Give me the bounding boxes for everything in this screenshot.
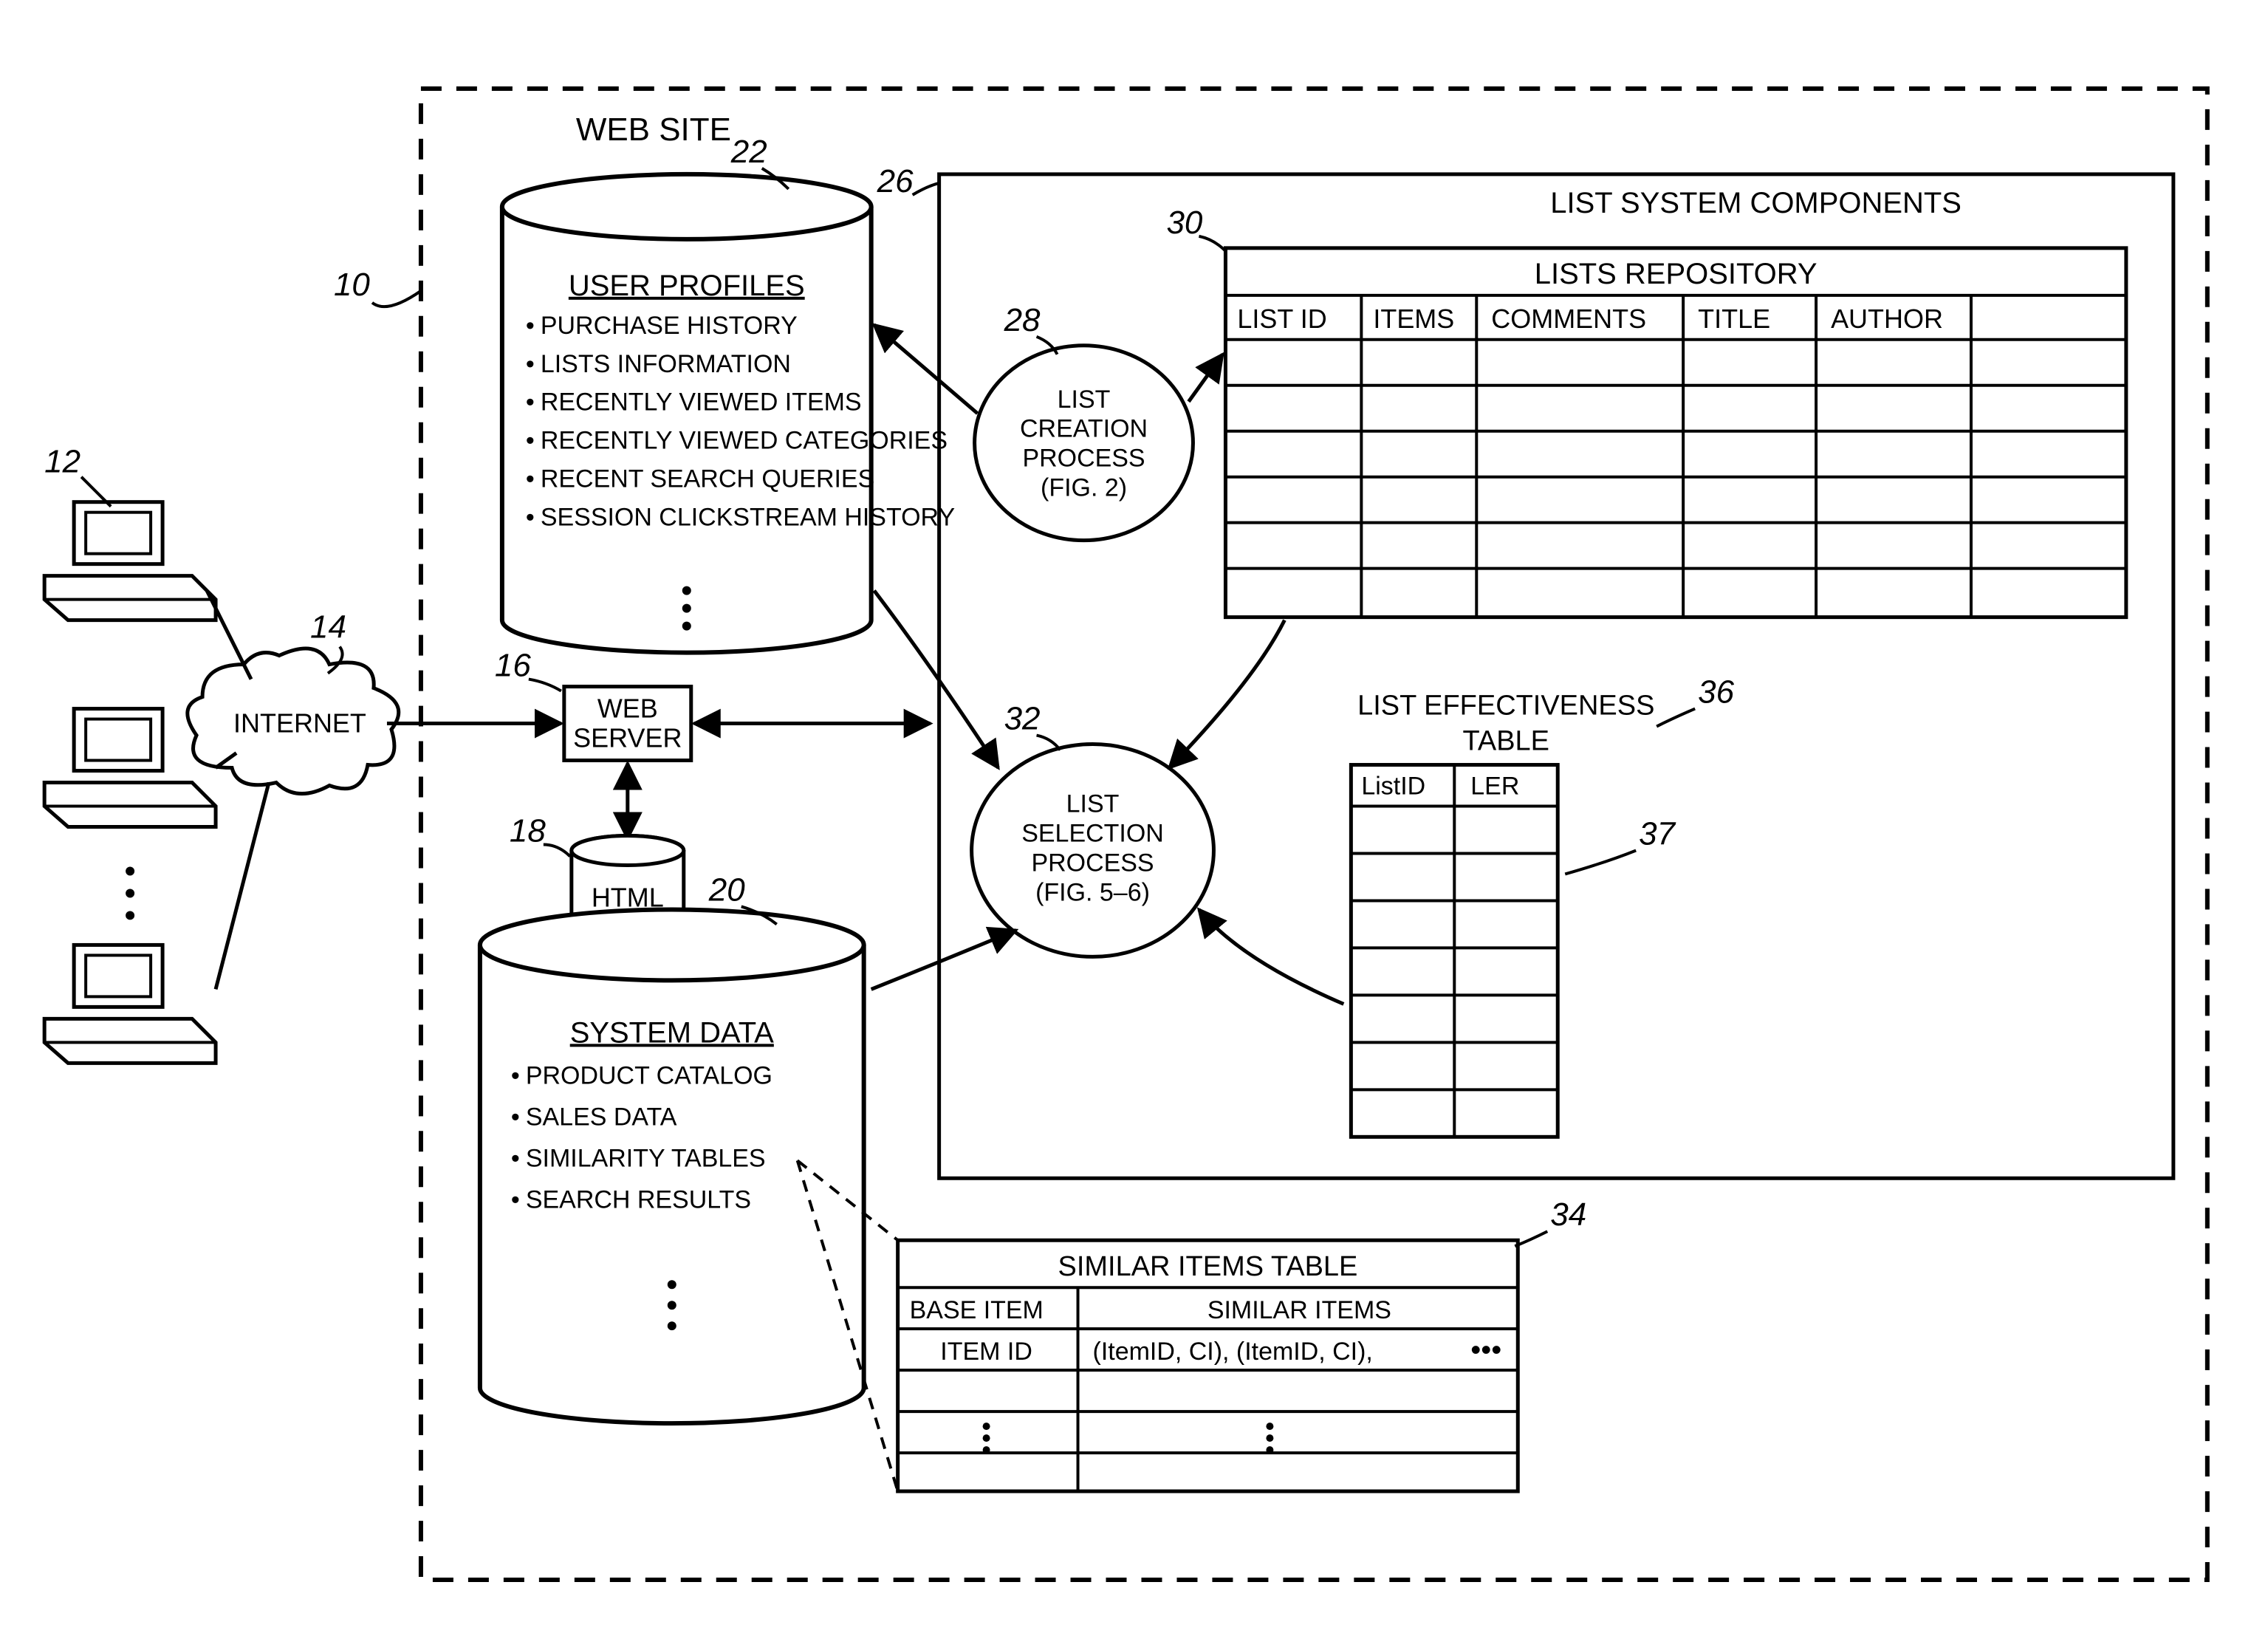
ref-14: 14 — [310, 609, 346, 646]
ref-22: 22 — [730, 134, 767, 170]
list-effectiveness-table: LIST EFFECTIVENESS TABLE ListID LER — [1351, 691, 1654, 1137]
computer-icon — [44, 502, 216, 620]
diagram-root: WEB SITE 10 12 INTERNET 14 WEB SERVER 16… — [0, 0, 2268, 1633]
up6: SESSION CLICKSTREAM HISTORY — [541, 504, 955, 532]
svg-text:•: • — [526, 504, 535, 532]
lr-col-4: TITLE — [1698, 304, 1770, 334]
sit-dots-right: ••• — [1470, 1334, 1501, 1366]
up5: RECENT SEARCH QUERIES — [541, 465, 874, 493]
lists-repository-table: LISTS REPOSITORY LIST ID ITEMS COMMENTS … — [1225, 248, 2125, 617]
lsp4: (FIG. 5–6) — [1035, 878, 1150, 906]
svg-text:•: • — [526, 427, 535, 455]
svg-text:•: • — [526, 388, 535, 417]
sd4: SEARCH RESULTS — [526, 1185, 751, 1213]
ref-12: 12 — [44, 444, 80, 480]
user-profiles-title: USER PROFILES — [569, 270, 805, 302]
web-server-l2: SERVER — [573, 723, 682, 753]
sit-r1a: ITEM ID — [940, 1338, 1032, 1366]
ref-37: 37 — [1639, 815, 1676, 852]
ref-10: 10 — [334, 267, 370, 303]
sd2: SALES DATA — [526, 1103, 677, 1131]
let-col-1: ListID — [1361, 773, 1425, 801]
internet-label: INTERNET — [233, 708, 366, 739]
website-label: WEB SITE — [576, 112, 731, 148]
computer-icon — [44, 945, 216, 1063]
ref-36: 36 — [1698, 674, 1734, 711]
let-col-2: LER — [1470, 773, 1519, 801]
ref-20: 20 — [708, 872, 745, 908]
system-data-title: SYSTEM DATA — [570, 1016, 774, 1049]
svg-text:•: • — [511, 1103, 520, 1131]
lcp3: PROCESS — [1022, 445, 1145, 473]
ref-34: 34 — [1550, 1196, 1586, 1233]
lcp2: CREATION — [1020, 415, 1148, 443]
ref-32: 32 — [1004, 701, 1041, 737]
lr-col-3: COMMENTS — [1491, 304, 1646, 334]
let-title-1: LIST EFFECTIVENESS — [1357, 691, 1654, 722]
up2: LISTS INFORMATION — [541, 350, 791, 378]
svg-text:•: • — [526, 465, 535, 493]
sd1: PRODUCT CATALOG — [526, 1061, 772, 1089]
up1: PURCHASE HISTORY — [541, 312, 798, 340]
lsp2: SELECTION — [1021, 819, 1164, 847]
let-title-2: TABLE — [1463, 726, 1549, 757]
ref-28: 28 — [1004, 302, 1041, 338]
svg-text:•: • — [526, 350, 535, 378]
lr-col-1: LIST ID — [1237, 304, 1326, 334]
sit-h1: BASE ITEM — [910, 1296, 1044, 1324]
svg-text:•: • — [511, 1144, 520, 1172]
internet-cloud: INTERNET — [188, 648, 399, 794]
sd3: SIMILARITY TABLES — [526, 1144, 766, 1172]
ref-16: 16 — [495, 648, 531, 684]
ref-18: 18 — [510, 812, 546, 849]
sit-title: SIMILAR ITEMS TABLE — [1058, 1251, 1358, 1282]
lsp3: PROCESS — [1031, 849, 1154, 877]
lr-col-2: ITEMS — [1373, 304, 1454, 334]
svg-text:•: • — [511, 1185, 520, 1213]
lists-repo-title: LISTS REPOSITORY — [1535, 258, 1818, 290]
lcp4: (FIG. 2) — [1041, 474, 1127, 502]
sit-h2: SIMILAR ITEMS — [1207, 1296, 1391, 1324]
list-system-label: LIST SYSTEM COMPONENTS — [1550, 187, 1962, 219]
up3: RECENTLY VIEWED ITEMS — [541, 388, 862, 417]
up4: RECENTLY VIEWED CATEGORIES — [541, 427, 948, 455]
sit-r1b: (ItemID, CI), (ItemID, CI), — [1093, 1338, 1373, 1366]
svg-text:•: • — [511, 1061, 520, 1089]
user-profiles-cylinder: USER PROFILES •PURCHASE HISTORY •LISTS I… — [502, 174, 955, 653]
ref-30: 30 — [1166, 205, 1202, 241]
web-server-l1: WEB — [597, 694, 658, 724]
lcp1: LIST — [1058, 386, 1111, 414]
lr-col-5: AUTHOR — [1831, 304, 1943, 334]
ref-26: 26 — [877, 163, 914, 199]
lsp1: LIST — [1066, 790, 1120, 818]
svg-text:•: • — [526, 312, 535, 340]
client-computers — [44, 502, 216, 1064]
similar-items-table: SIMILAR ITEMS TABLE BASE ITEM SIMILAR IT… — [898, 1240, 1518, 1491]
